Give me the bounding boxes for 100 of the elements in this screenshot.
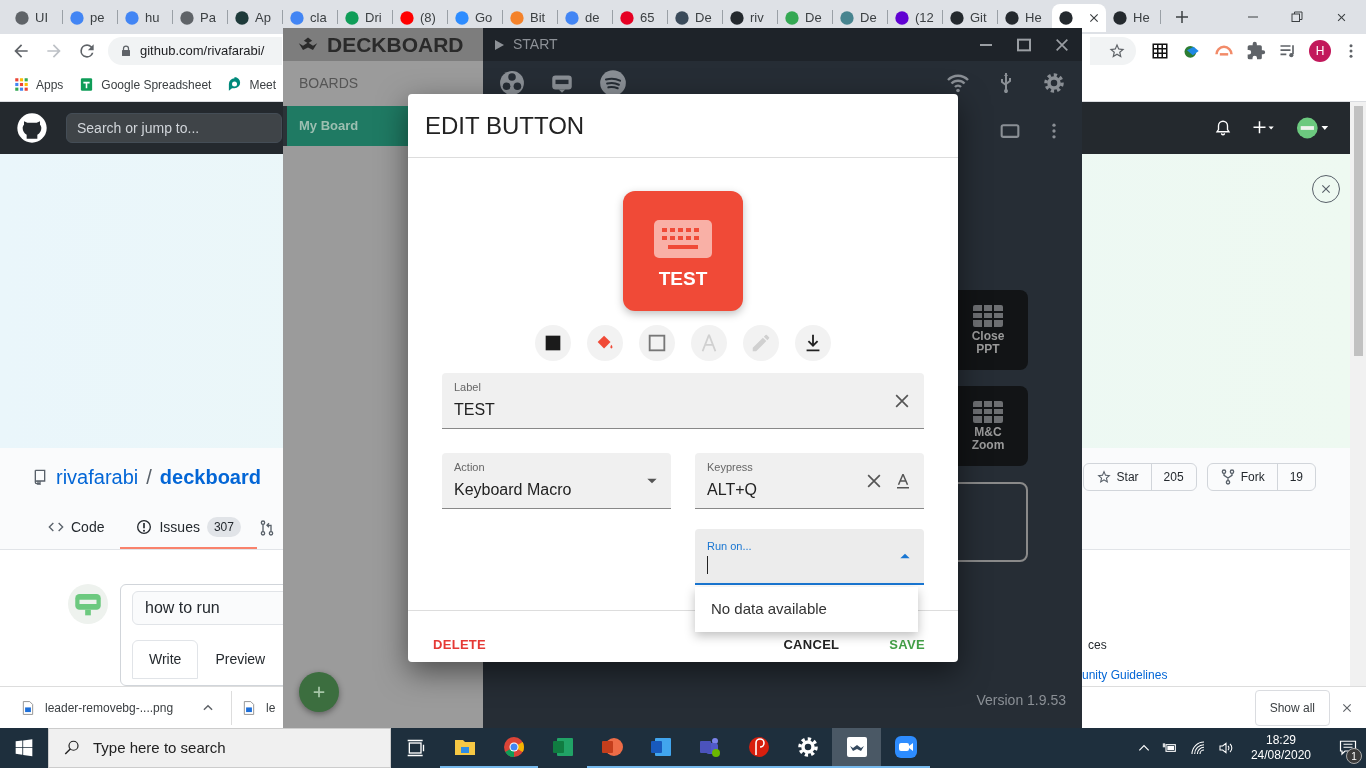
pull-request-icon[interactable] [258,520,275,536]
download-item[interactable]: le [242,698,276,717]
favicon-icon [1058,10,1074,26]
browser-tab[interactable]: He [1106,4,1160,32]
browser-tab[interactable]: (8) [393,4,447,32]
browser-tab[interactable]: cla [283,4,337,32]
star-button[interactable]: Star [1083,463,1152,490]
empty-message: No data available [711,599,827,620]
close-icon[interactable] [1054,36,1070,53]
browser-tab[interactable]: Git [943,4,997,32]
button-preview: TEST [623,191,743,311]
browser-tab[interactable] [1052,4,1106,32]
spreadsheet-icon [550,735,575,759]
star-count[interactable]: 205 [1151,463,1196,490]
editor-tab[interactable]: Write [132,640,199,679]
browser-tab[interactable]: hu [118,4,172,32]
font-icon[interactable] [894,471,912,490]
input-field[interactable]: Keypress ALT+Q [695,453,924,509]
browser-tab[interactable]: UI [8,4,62,32]
favicon-icon [344,10,360,26]
browser-tab[interactable]: Ap [228,4,282,32]
browser-tab[interactable]: riv [723,4,777,32]
favicon-icon [839,10,855,26]
maximize-icon[interactable] [1016,36,1032,53]
browser-tab[interactable]: Dri [338,4,392,32]
input-field[interactable]: Label TEST [442,373,924,429]
favicon-icon [729,10,745,26]
favicon-icon [69,10,85,26]
dialog-button[interactable]: DELETE [433,634,487,654]
task-view-icon[interactable] [406,738,426,758]
browser-tab[interactable]: He [998,4,1052,32]
repo-tab[interactable]: Issues 307 [120,507,257,549]
profile-avatar[interactable]: H [1309,40,1331,62]
spreadsheet-icon [79,77,95,92]
aperture-icon[interactable] [499,70,525,96]
editor-tab[interactable]: Preview [198,640,283,679]
browser-tab[interactable]: Bit [503,4,557,32]
browser-tab[interactable]: Pa [173,4,227,32]
browser-tab[interactable]: De [668,4,722,32]
browser-tab[interactable]: de [558,4,612,32]
fork-button[interactable]: Fork [1207,463,1278,490]
favicon-icon [674,10,690,26]
dialog-button[interactable]: CANCEL [783,634,840,654]
wifi-icon[interactable] [1188,740,1207,756]
download-item[interactable]: leader-removebg-....png [21,698,232,717]
app-logo-icon [844,735,869,759]
taskbar-app[interactable] [832,728,881,768]
show-all-button[interactable]: Show all [1254,689,1330,726]
dropdown-field[interactable]: Action Keyboard Macro [442,453,671,509]
restore-icon[interactable] [1291,11,1303,23]
gear-icon [795,735,820,759]
search-icon [63,739,81,757]
browser-tab[interactable]: (12 [888,4,942,32]
bookmark[interactable]: Google Spreadsheet [79,75,212,94]
input-field[interactable]: Run on... [695,529,924,585]
tablet-icon[interactable] [998,121,1022,141]
slides-icon [599,735,624,759]
new-tab-icon[interactable] [1173,8,1191,26]
bell-icon[interactable] [1214,119,1232,137]
user-avatar-icon[interactable] [1296,115,1330,141]
browser-tab[interactable]: De [833,4,887,32]
browser-tab[interactable]: De [778,4,832,32]
notification-button[interactable]: 1 [1330,728,1366,768]
repo-tab[interactable]: Code [32,507,121,549]
favicon-icon [179,10,195,26]
guidelines-link[interactable]: unity Guidelines [1082,666,1350,684]
logo-icon[interactable] [16,112,48,144]
search-field[interactable]: Type here to search [48,728,391,768]
owner-link[interactable]: rivafarabi [56,461,139,492]
sound-waves-icon[interactable] [599,69,627,97]
tool-button[interactable] [535,325,571,361]
repo-icon [32,468,48,485]
repo-link[interactable]: deckboard [159,461,261,492]
pencil-icon [750,332,772,354]
favicon-icon [894,10,910,26]
puzzle-icon[interactable] [1245,41,1267,61]
fork-count[interactable]: 19 [1277,463,1315,490]
clock[interactable]: 18:29 24/08/2020 [1250,733,1311,763]
play-icon[interactable] [493,37,505,52]
address-bar[interactable]: github.com/rivafarabi/ [108,37,282,65]
bookmark[interactable]: Meet [227,75,277,94]
browser-tab[interactable]: 65 [613,4,667,32]
favicon-icon [399,10,415,26]
bookmark-star-button[interactable] [1090,37,1136,65]
browser-tab[interactable]: Go [448,4,502,32]
bookmark[interactable]: Apps [14,75,64,94]
start-icon[interactable] [14,738,34,758]
settings-icon[interactable] [1042,71,1066,95]
count-badge: 307 [206,517,241,537]
favicon-icon [124,10,140,26]
chat-icon [227,77,243,92]
browser-tab[interactable]: pe [63,4,117,32]
scrollbar[interactable] [1350,102,1366,686]
app-title: DECKBOARD [327,31,464,58]
tool-button[interactable] [795,325,831,361]
path-separator: / [146,464,152,490]
close-icon[interactable] [1087,11,1101,25]
team-chat-icon [697,735,722,759]
search-field[interactable]: Search or jump to... [66,113,282,143]
add-button[interactable] [299,672,339,712]
